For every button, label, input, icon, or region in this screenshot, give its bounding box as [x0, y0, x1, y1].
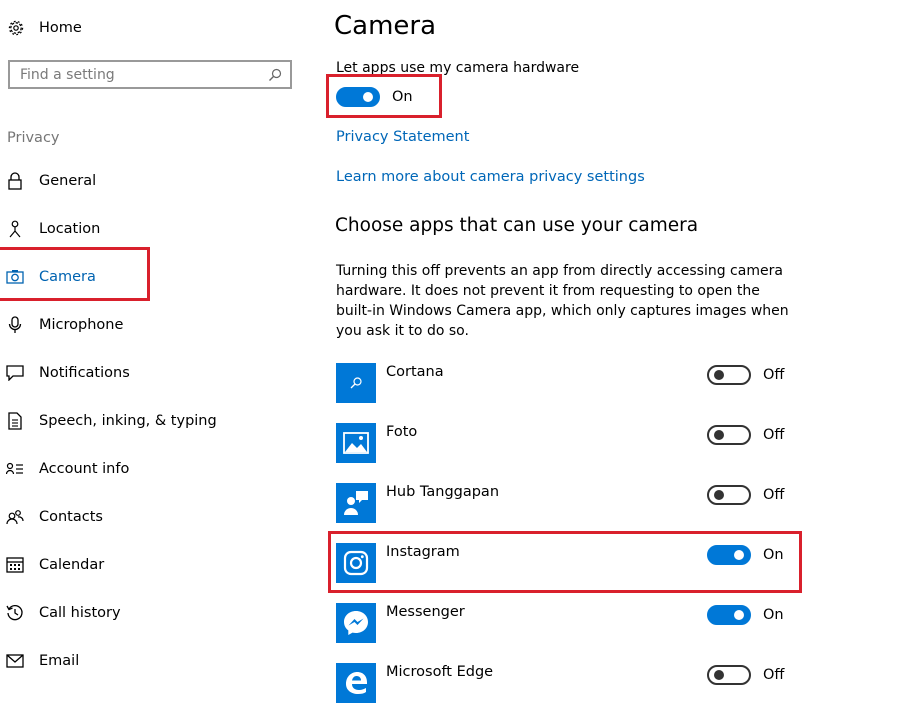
highlight-box-camera-nav — [0, 247, 150, 301]
app-name: Hub Tanggapan — [386, 484, 500, 500]
sidebar-item-label: Calendar — [39, 557, 105, 573]
sidebar-item-email[interactable]: Email — [0, 649, 300, 673]
section-title: Choose apps that can use your camera — [335, 215, 699, 236]
feedback-hub-icon — [336, 483, 376, 523]
app-row-microsoft-edge: Microsoft Edge Off — [336, 663, 796, 703]
email-icon — [6, 651, 24, 671]
sidebar: Home Privacy General Location Camera Mic… — [0, 0, 310, 684]
cortana-camera-toggle[interactable] — [707, 365, 751, 385]
highlight-box-hardware-toggle — [326, 74, 442, 118]
app-toggle-row: Off — [707, 484, 784, 506]
learn-more-link[interactable]: Learn more about camera privacy settings — [336, 169, 645, 185]
microsoft-edge-camera-toggle[interactable] — [707, 665, 751, 685]
toggle-knob — [714, 430, 724, 440]
app-row-cortana: Cortana Off — [336, 363, 796, 403]
contacts-icon — [6, 507, 24, 527]
app-row-foto: Foto Off — [336, 423, 796, 463]
home-label: Home — [39, 20, 82, 36]
app-name: Microsoft Edge — [386, 664, 494, 680]
highlight-box-instagram — [328, 531, 802, 593]
toggle-state-label: Off — [763, 427, 785, 443]
toggle-state-label: Off — [763, 367, 785, 383]
toggle-knob — [714, 490, 724, 500]
lock-icon — [6, 171, 24, 191]
toggle-state-label: On — [763, 607, 784, 623]
search-input[interactable] — [10, 62, 263, 87]
account-info-icon — [6, 459, 24, 479]
sidebar-item-notifications[interactable]: Notifications — [0, 361, 300, 385]
location-icon — [6, 219, 24, 239]
app-row-hub-tanggapan: Hub Tanggapan Off — [336, 483, 796, 523]
photos-icon — [336, 423, 376, 463]
app-name: Cortana — [386, 364, 444, 380]
sidebar-item-contacts[interactable]: Contacts — [0, 505, 300, 529]
search-box — [8, 60, 292, 89]
sidebar-item-speech[interactable]: Speech, inking, & typing — [0, 409, 300, 433]
foto-camera-toggle[interactable] — [707, 425, 751, 445]
sidebar-item-location[interactable]: Location — [0, 217, 300, 241]
messenger-camera-toggle[interactable] — [707, 605, 751, 625]
sidebar-item-label: Call history — [39, 605, 121, 621]
speech-icon — [6, 411, 24, 431]
hub-tanggapan-camera-toggle[interactable] — [707, 485, 751, 505]
sidebar-item-microphone[interactable]: Microphone — [0, 313, 300, 337]
microphone-icon — [6, 315, 24, 335]
app-toggle-row: Off — [707, 424, 784, 446]
notifications-icon — [6, 363, 24, 383]
app-name: Foto — [386, 424, 418, 440]
sidebar-item-label: General — [39, 173, 97, 189]
search-icon[interactable] — [263, 63, 287, 87]
sidebar-item-label: Speech, inking, & typing — [39, 413, 217, 429]
sidebar-item-label: Account info — [39, 461, 130, 477]
sidebar-item-calendar[interactable]: Calendar — [0, 553, 300, 577]
home-link[interactable]: Home — [6, 17, 82, 39]
sidebar-item-label: Email — [39, 653, 80, 669]
page-title: Camera — [334, 11, 437, 41]
toggle-knob — [734, 610, 744, 620]
cortana-icon — [336, 363, 376, 403]
app-toggle-row: On — [707, 604, 784, 626]
toggle-state-label: Off — [763, 667, 785, 683]
sidebar-item-label: Location — [39, 221, 101, 237]
app-row-messenger: Messenger On — [336, 603, 796, 643]
sidebar-item-label: Contacts — [39, 509, 103, 525]
toggle-state-label: Off — [763, 487, 785, 503]
sidebar-item-general[interactable]: General — [0, 169, 300, 193]
calendar-icon — [6, 555, 24, 575]
toggle-knob — [714, 670, 724, 680]
edge-icon — [336, 663, 376, 703]
sidebar-item-call-history[interactable]: Call history — [0, 601, 300, 625]
call-history-icon — [6, 603, 24, 623]
sidebar-item-account-info[interactable]: Account info — [0, 457, 300, 481]
section-label-privacy: Privacy — [7, 130, 60, 146]
messenger-icon — [336, 603, 376, 643]
sidebar-item-label: Microphone — [39, 317, 124, 333]
gear-icon — [6, 18, 26, 38]
app-toggle-row: Off — [707, 664, 784, 686]
privacy-statement-link[interactable]: Privacy Statement — [336, 129, 469, 145]
toggle-knob — [714, 370, 724, 380]
app-toggle-row: Off — [707, 364, 784, 386]
sidebar-item-label: Notifications — [39, 365, 130, 381]
description-text: Turning this off prevents an app from di… — [336, 263, 789, 339]
app-name: Messenger — [386, 604, 465, 620]
